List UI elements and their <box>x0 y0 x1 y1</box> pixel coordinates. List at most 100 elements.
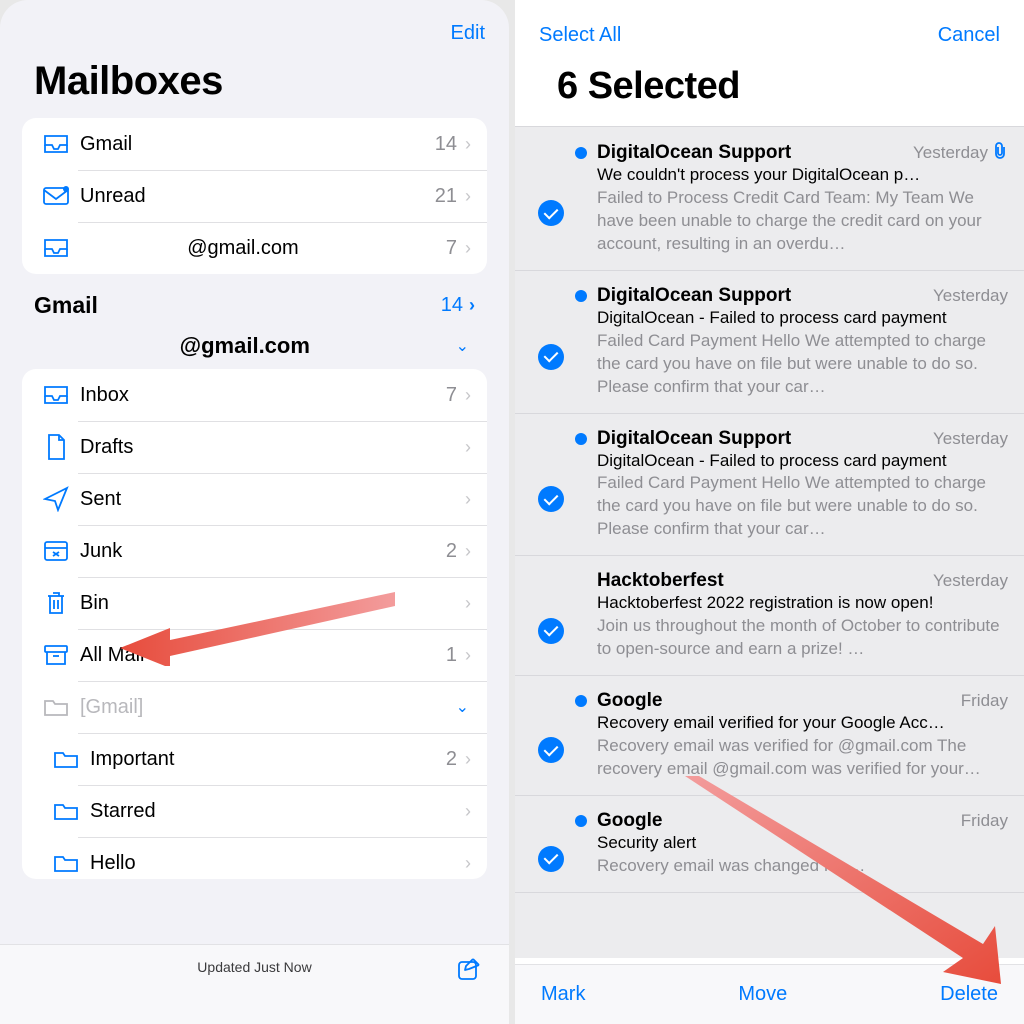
mailbox-row-gmail[interactable]: Gmail14› <box>22 118 487 170</box>
message-row[interactable]: DigitalOcean SupportYesterdayDigitalOcea… <box>515 271 1024 414</box>
message-row[interactable]: DigitalOcean SupportYesterdayWe couldn't… <box>515 127 1024 271</box>
chevron-down-icon: ⌄ <box>456 336 469 356</box>
page-title: Mailboxes <box>0 45 509 118</box>
mailbox-row-unread[interactable]: Unread21› <box>22 170 487 222</box>
message-sender: Hacktoberfest <box>597 570 923 592</box>
folder-row-starred[interactable]: Starred› <box>22 785 487 837</box>
folder-row-hello[interactable]: Hello› <box>22 837 487 879</box>
message-preview: Failed to Process Credit Card Team: My T… <box>575 187 1008 256</box>
folder-row-junk[interactable]: Junk2 › <box>22 525 487 577</box>
selection-checkbox[interactable] <box>527 428 575 542</box>
folders-card: Inbox7›Drafts›Sent›Junk2›Bin›All Mail1›[… <box>22 369 487 879</box>
attachment-icon <box>992 141 1008 164</box>
selection-title: 6 Selected <box>515 47 1024 126</box>
message-sender: Google <box>597 810 951 832</box>
check-icon <box>538 200 564 226</box>
account-subheader[interactable]: @gmail.com ⌄ <box>0 329 509 369</box>
message-preview: Failed Card Payment Hello We attempted t… <box>575 472 1008 541</box>
folder-label: Important <box>86 748 446 771</box>
message-body: DigitalOcean SupportYesterdayDigitalOcea… <box>575 285 1008 399</box>
chevron-right-icon: › <box>465 437 471 458</box>
junk-icon <box>36 540 76 562</box>
message-row[interactable]: GoogleFridayRecovery email verified for … <box>515 676 1024 796</box>
message-list[interactable]: DigitalOcean Support Yesterday We couldn't… <box>515 126 1024 958</box>
message-row[interactable]: DigitalOcean Support YesterdayDigitalOcea… <box>515 414 1024 557</box>
mailboxes-top-card: Gmail14›Unread21›@gmail.com7› <box>22 118 487 274</box>
message-body: DigitalOcean Support YesterdayDigitalOcea… <box>575 428 1008 542</box>
inbox-icon <box>36 384 76 406</box>
left-footer: Updated Just Now <box>0 944 509 1024</box>
folder-icon <box>46 853 86 873</box>
folder-count: 2 <box>446 748 457 771</box>
selection-checkbox[interactable] <box>527 285 575 399</box>
folder-label: Junk <box>76 540 446 563</box>
cancel-button[interactable]: Cancel <box>938 24 1000 47</box>
inbox-icon <box>36 237 76 259</box>
message-preview: Recovery email was verified for @gmail.c… <box>575 735 1008 781</box>
mailbox-label: Gmail <box>76 133 435 156</box>
message-subject: Recovery email verified for your Google … <box>575 712 1008 735</box>
selection-checkbox[interactable] <box>527 141 575 256</box>
mailbox-count: 21 <box>435 185 457 208</box>
folder-row-all-mail[interactable]: All Mail1 › <box>22 629 487 681</box>
chevron-right-icon: › <box>465 801 471 822</box>
message-subject: We couldn't process your DigitalOcean p… <box>575 164 1008 187</box>
folder-label: Starred <box>86 800 465 823</box>
select-all-button[interactable]: Select All <box>539 24 621 47</box>
check-icon <box>538 486 564 512</box>
compose-button[interactable] <box>455 955 483 988</box>
message-subject: Hacktoberfest 2022 registration is now o… <box>575 592 1008 615</box>
sync-status: Updated Just Now <box>197 959 311 975</box>
mark-button[interactable]: Mark <box>541 983 585 1006</box>
message-row[interactable]: Hacktoberfest YesterdayHacktoberfest 2022… <box>515 556 1024 676</box>
folder-row-inbox[interactable]: Inbox7 › <box>22 369 487 421</box>
selection-checkbox[interactable] <box>527 690 575 781</box>
chevron-right-icon: › <box>465 645 471 666</box>
chevron-right-icon: › <box>465 593 471 614</box>
message-subject: DigitalOcean - Failed to process card pa… <box>575 307 1008 330</box>
folder-row-drafts[interactable]: Drafts› <box>22 421 487 473</box>
message-sender: DigitalOcean Support <box>597 428 923 450</box>
sent-icon <box>36 486 76 512</box>
left-header: Edit <box>0 0 509 45</box>
check-icon <box>538 846 564 872</box>
section-count: 14 <box>441 294 463 317</box>
section-label: Gmail <box>34 292 441 319</box>
chevron-right-icon: › <box>465 385 471 406</box>
folder-icon <box>46 749 86 769</box>
folder-count: 2 <box>446 540 457 563</box>
chevron-down-icon: ⌄ <box>456 697 469 717</box>
folder-count: 1 <box>446 644 457 667</box>
selection-checkbox[interactable] <box>527 810 575 878</box>
folder-row-sent[interactable]: Sent› <box>22 473 487 525</box>
check-icon <box>538 344 564 370</box>
message-body: GoogleFridaySecurity alertRecovery email… <box>575 810 1008 878</box>
folder-row-important[interactable]: Important2 › <box>22 733 487 785</box>
unread-dot-icon <box>575 147 587 159</box>
chevron-right-icon: › <box>465 853 471 874</box>
message-sender: DigitalOcean Support <box>597 142 903 164</box>
chevron-right-icon: › <box>465 749 471 770</box>
folder-count: 7 <box>446 384 457 407</box>
account-email-label: @gmail.com <box>34 333 456 359</box>
folder-row--gmail-[interactable]: [Gmail]⌄ <box>22 681 487 733</box>
delete-button[interactable]: Delete <box>940 983 998 1006</box>
edit-button[interactable]: Edit <box>451 22 485 45</box>
folder-row-bin[interactable]: Bin› <box>22 577 487 629</box>
message-body: DigitalOcean SupportYesterdayWe couldn't… <box>575 141 1008 256</box>
account-section-header[interactable]: Gmail 14 › <box>0 292 509 329</box>
mailbox-label: @gmail.com <box>76 237 446 260</box>
folder-label: Inbox <box>76 384 446 407</box>
chevron-right-icon: › <box>469 295 475 316</box>
folder-label: All Mail <box>76 644 446 667</box>
message-subject: DigitalOcean - Failed to process card pa… <box>575 450 1008 473</box>
chevron-right-icon: › <box>465 541 471 562</box>
mailbox-row--gmail-com[interactable]: @gmail.com7› <box>22 222 487 274</box>
message-date: Yesterday <box>933 571 1008 591</box>
selection-checkbox[interactable] <box>527 570 575 661</box>
right-footer: Mark Move Delete <box>515 964 1024 1024</box>
move-button[interactable]: Move <box>738 983 787 1006</box>
message-date: Friday <box>961 811 1008 831</box>
message-date: Yesterday <box>933 429 1008 449</box>
message-row[interactable]: GoogleFridaySecurity alertRecovery email… <box>515 796 1024 893</box>
